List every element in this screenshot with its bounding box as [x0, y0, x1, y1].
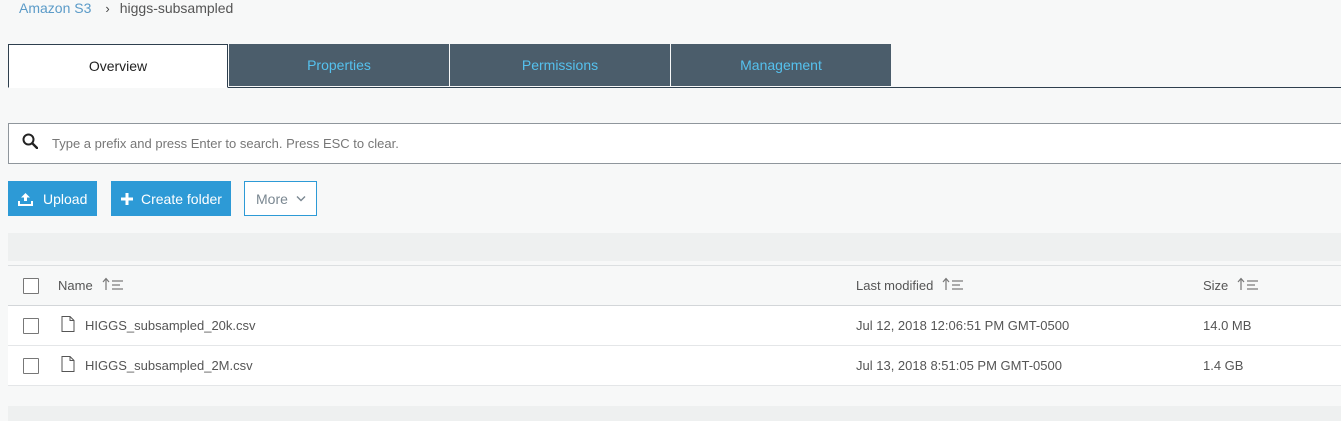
- more-dropdown-button[interactable]: More: [244, 181, 317, 216]
- size-cell: 1.4 GB: [1203, 358, 1244, 373]
- last-modified-cell: Jul 12, 2018 12:06:51 PM GMT-0500: [856, 318, 1070, 333]
- chevron-down-icon: [296, 195, 306, 202]
- search-bar: [8, 123, 1341, 164]
- table-row[interactable]: HIGGS_subsampled_2M.csv Jul 13, 2018 8:5…: [8, 346, 1341, 386]
- last-modified-cell: Jul 13, 2018 8:51:05 PM GMT-0500: [856, 358, 1062, 373]
- objects-table: Name Last modified Size HIGGS_subsampled…: [8, 265, 1341, 386]
- more-button-label: More: [256, 190, 288, 207]
- table-footer-band: [8, 406, 1341, 421]
- search-input[interactable]: [52, 136, 1341, 151]
- row-checkbox-cell: [23, 346, 39, 385]
- tab-bar: Overview Properties Permissions Manageme…: [8, 44, 1341, 88]
- tab-properties[interactable]: Properties: [229, 44, 449, 86]
- tab-management[interactable]: Management: [671, 44, 891, 86]
- plus-icon: [121, 192, 133, 205]
- create-folder-button[interactable]: Create folder: [111, 181, 231, 216]
- table-header: Name Last modified Size: [8, 265, 1341, 306]
- column-header-last-modified-label: Last modified: [856, 278, 934, 293]
- column-header-size-label: Size: [1203, 278, 1229, 293]
- table-toolbar-band: [8, 233, 1341, 261]
- breadcrumb-current-bucket: higgs-subsampled: [119, 0, 234, 16]
- create-folder-button-label: Create folder: [141, 190, 222, 207]
- search-icon: [9, 133, 52, 154]
- sort-icon[interactable]: [1237, 277, 1259, 294]
- sort-icon[interactable]: [102, 277, 124, 294]
- column-header-name[interactable]: Name: [58, 266, 124, 305]
- breadcrumb-separator-icon: ›: [105, 1, 110, 16]
- file-icon: [61, 316, 75, 335]
- sort-icon[interactable]: [942, 277, 964, 294]
- tab-overview[interactable]: Overview: [8, 44, 228, 88]
- tab-permissions[interactable]: Permissions: [450, 44, 670, 86]
- select-all-checkbox[interactable]: [23, 277, 39, 294]
- size-cell: 14.0 MB: [1203, 318, 1252, 333]
- breadcrumb: Amazon S3 › higgs-subsampled: [19, 0, 233, 18]
- column-header-last-modified[interactable]: Last modified: [856, 266, 964, 305]
- select-all-checkbox-cell: [23, 266, 39, 305]
- table-row[interactable]: HIGGS_subsampled_20k.csv Jul 12, 2018 12…: [8, 306, 1341, 346]
- file-name-cell: HIGGS_subsampled_20k.csv: [61, 306, 256, 345]
- row-checkbox-cell: [23, 306, 39, 345]
- column-header-size[interactable]: Size: [1203, 266, 1259, 305]
- upload-button[interactable]: Upload: [8, 181, 97, 216]
- column-header-name-label: Name: [58, 278, 93, 293]
- file-name-link[interactable]: HIGGS_subsampled_20k.csv: [85, 318, 256, 333]
- breadcrumb-link-amazon-s3[interactable]: Amazon S3: [19, 0, 91, 16]
- row-checkbox[interactable]: [23, 357, 39, 374]
- file-name-link[interactable]: HIGGS_subsampled_2M.csv: [85, 358, 253, 373]
- file-icon: [61, 356, 75, 375]
- upload-icon: [18, 192, 33, 206]
- upload-button-label: Upload: [43, 190, 88, 207]
- row-checkbox[interactable]: [23, 317, 39, 334]
- file-name-cell: HIGGS_subsampled_2M.csv: [61, 346, 253, 385]
